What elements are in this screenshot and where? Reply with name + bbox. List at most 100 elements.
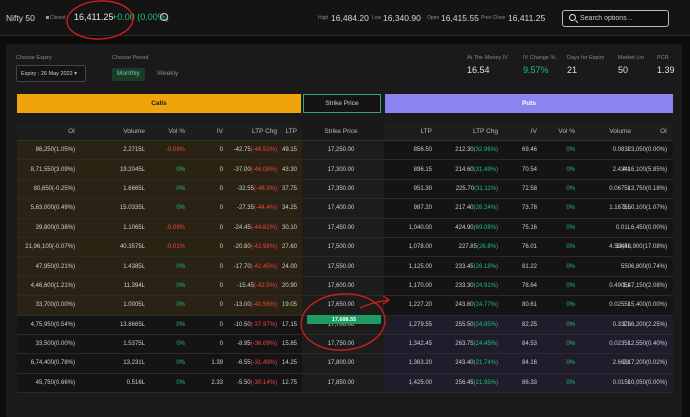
put-ltp-chg: 263.75 (24.45%) bbox=[436, 335, 498, 353]
strike-price: 17,500.00 bbox=[327, 244, 355, 251]
put-vol-pct: 0% bbox=[566, 282, 575, 289]
table-row[interactable]: 39,800(0.38%) 1.1065L -0.09% 0 -24.45 (-44.8… bbox=[17, 218, 673, 238]
put-ltp-header[interactable]: LTP bbox=[384, 123, 432, 140]
strike-price: 17,850.00 bbox=[327, 379, 355, 386]
put-ltp-chg-pct: (31.11%) bbox=[474, 185, 498, 192]
period-weekly-tab[interactable]: Weekly bbox=[152, 68, 183, 81]
put-oi: 3,50,100(1.07%) bbox=[622, 205, 667, 212]
put-iv: 84.16 bbox=[521, 360, 537, 367]
strike-price: 17,750.00 bbox=[327, 341, 355, 348]
search-box[interactable] bbox=[562, 10, 669, 27]
put-vol-pct: 0% bbox=[566, 224, 575, 231]
put-oi: 12,550(0.40%) bbox=[627, 341, 667, 348]
table-row[interactable]: 86,250(1.05%) 2.2715L -0.09% 0 -42.75 (-46.5… bbox=[17, 141, 673, 161]
puts-tab[interactable]: Puts bbox=[385, 94, 673, 113]
put-vol-pct: 0% bbox=[566, 244, 575, 251]
call-oi: 4,75,950(0.54%) bbox=[30, 321, 75, 328]
calls-tab[interactable]: Calls bbox=[17, 94, 301, 113]
atm-iv-label: At The Money IV bbox=[467, 55, 508, 61]
call-ltp: 17.15 bbox=[281, 321, 297, 328]
strike-price: 17,350.00 bbox=[327, 185, 355, 192]
table-row[interactable]: 4,46,600(1.21%) 11.394L 0% 0 -15.45 (-42.5%)… bbox=[17, 276, 673, 297]
open-label: Open bbox=[427, 15, 440, 21]
open-value: 16,415.55 bbox=[441, 13, 479, 23]
call-vol-pct: -0.01% bbox=[165, 244, 185, 251]
put-ltp-chg: 243.60 (24.77%) bbox=[436, 296, 498, 314]
call-iv: 0 bbox=[219, 282, 223, 289]
call-oi-header[interactable]: OI bbox=[17, 123, 75, 140]
put-vol-pct: 0% bbox=[566, 360, 575, 367]
table-row[interactable]: 21,96,100(-0.07%) 40.3575L -0.01% 0 -20.80 (… bbox=[17, 237, 673, 258]
table-row[interactable]: 47,950(0.21%) 1.4385L 0% 0 -17.70 (-42.45%) 2… bbox=[17, 257, 673, 277]
call-ltp: 37.75 bbox=[281, 185, 297, 192]
period-monthly-tab[interactable]: Monthly bbox=[112, 68, 145, 81]
call-ltp-chg-value: -17.70 bbox=[233, 263, 251, 270]
call-iv: 0 bbox=[219, 147, 223, 154]
index-name[interactable]: Nifty 50 bbox=[6, 13, 35, 23]
put-iv: 70.54 bbox=[521, 166, 537, 173]
pcr-label: PCR bbox=[657, 55, 669, 61]
current-ltp-marker: 17,688.55 bbox=[307, 315, 381, 324]
strike-price-tab[interactable]: Strike Price bbox=[303, 94, 381, 113]
put-iv: 73.78 bbox=[521, 205, 537, 212]
call-ltp: 15.85 bbox=[281, 341, 297, 348]
call-vol-pct: 0% bbox=[176, 282, 185, 289]
table-row[interactable]: 6,74,400(0.78%) 13.231L 0% 1.39 -6.55 (-31.4… bbox=[17, 354, 673, 374]
atm-iv-value: 16.54 bbox=[467, 65, 490, 75]
low-label: Low bbox=[372, 15, 382, 21]
strike-price: 17,600.00 bbox=[327, 282, 355, 289]
call-ltp-chg-pct: (-30.14%) bbox=[250, 379, 277, 386]
table-row[interactable]: 8,71,550(3.09%) 19.2045L 0% 0 -37.00 (-46.08… bbox=[17, 160, 673, 180]
strike-price-header[interactable]: Strike Price bbox=[302, 123, 380, 140]
table-row[interactable]: 33,500(0.00%) 1.5375L 0% 0 -8.95 (-36.09%) 15… bbox=[17, 334, 673, 355]
days-expiry-value: 21 bbox=[567, 65, 578, 75]
put-ltp-chg-value: 212.30 bbox=[455, 147, 474, 154]
call-volume-header[interactable]: Volume bbox=[79, 123, 145, 140]
put-iv-header[interactable]: IV bbox=[502, 123, 537, 140]
call-ltp-chg: -32.55 (-46.3%) bbox=[227, 180, 277, 198]
put-ltp: 1,425.00 bbox=[408, 379, 432, 386]
call-ltp-chg-value: -6.55 bbox=[236, 360, 251, 367]
put-ltp: 1,227.20 bbox=[408, 302, 432, 309]
call-ltp-chg-pct: (-42.98%) bbox=[250, 244, 277, 251]
put-oi: 15,400(0.00%) bbox=[627, 302, 667, 309]
search-input[interactable] bbox=[580, 12, 665, 25]
table-row[interactable]: 45,750(0.66%) 0.516L 0% 2.33 -5.50 (-30.14%)… bbox=[17, 373, 673, 394]
search-icon bbox=[569, 14, 576, 21]
call-vol-pct: 0% bbox=[176, 321, 185, 328]
call-vol-pct-header[interactable]: Vol % bbox=[149, 123, 185, 140]
call-ltp-chg-header[interactable]: LTP Chg bbox=[227, 123, 277, 140]
call-iv: 1.39 bbox=[211, 360, 223, 367]
call-ltp-chg: -27.35 (-44.4%) bbox=[227, 199, 277, 217]
call-vol-pct: 0% bbox=[176, 302, 185, 309]
call-oi: 8,71,550(3.09%) bbox=[30, 166, 75, 173]
put-oi-header[interactable]: OI bbox=[635, 123, 667, 140]
iv-change-value: 9.57% bbox=[523, 65, 549, 75]
call-ltp-chg: -8.95 (-36.09%) bbox=[227, 335, 277, 353]
prev-close-label: Prev Close bbox=[481, 15, 506, 21]
table-row[interactable]: 80,650(-0.25%) 1.6665L 0% 0 -32.55 (-46.3%) 3… bbox=[17, 179, 673, 200]
put-ltp-chg-header[interactable]: LTP Chg bbox=[436, 123, 498, 140]
put-ltp-chg-pct: (24.77%) bbox=[473, 302, 498, 309]
table-row[interactable]: 33,700(0.00%) 1.0005L 0% 0 -13.00 (-40.56%) 1… bbox=[17, 296, 673, 316]
strike-price: 17,650.00 bbox=[327, 302, 355, 309]
call-ltp-header[interactable]: LTP bbox=[281, 123, 297, 140]
put-ltp-chg: 233.30 (24.91%) bbox=[436, 277, 498, 295]
option-chain-table: OI Volume Vol % IV LTP Chg LTP Strike Price LTP… bbox=[17, 123, 673, 394]
put-vol-pct: 0% bbox=[566, 302, 575, 309]
put-ltp-chg: 212.30 (32.96%) bbox=[436, 141, 498, 159]
info-icon[interactable] bbox=[160, 13, 168, 21]
call-ltp-chg-pct: (-46.52%) bbox=[250, 147, 277, 154]
period-label: Choose Period bbox=[112, 55, 149, 61]
table-row[interactable]: 5,63,000(0.49%) 15.0335L 0% 0 -27.35 (-44.4%… bbox=[17, 199, 673, 219]
expiry-select[interactable]: Expiry : 26 May 2022 ▾ bbox=[16, 65, 86, 82]
put-ltp: 1,170.00 bbox=[408, 282, 432, 289]
call-oi: 80,650(-0.25%) bbox=[33, 185, 75, 192]
put-vol-pct-header[interactable]: Vol % bbox=[541, 123, 575, 140]
put-ltp-chg-pct: (32.96%) bbox=[473, 147, 498, 154]
call-volume: 40.3575L bbox=[119, 244, 145, 251]
put-ltp: 1,363.20 bbox=[408, 360, 432, 367]
put-volume-header[interactable]: Volume bbox=[579, 123, 631, 140]
put-oi: 6,800(0.74%) bbox=[630, 263, 667, 270]
call-iv-header[interactable]: IV bbox=[189, 123, 223, 140]
